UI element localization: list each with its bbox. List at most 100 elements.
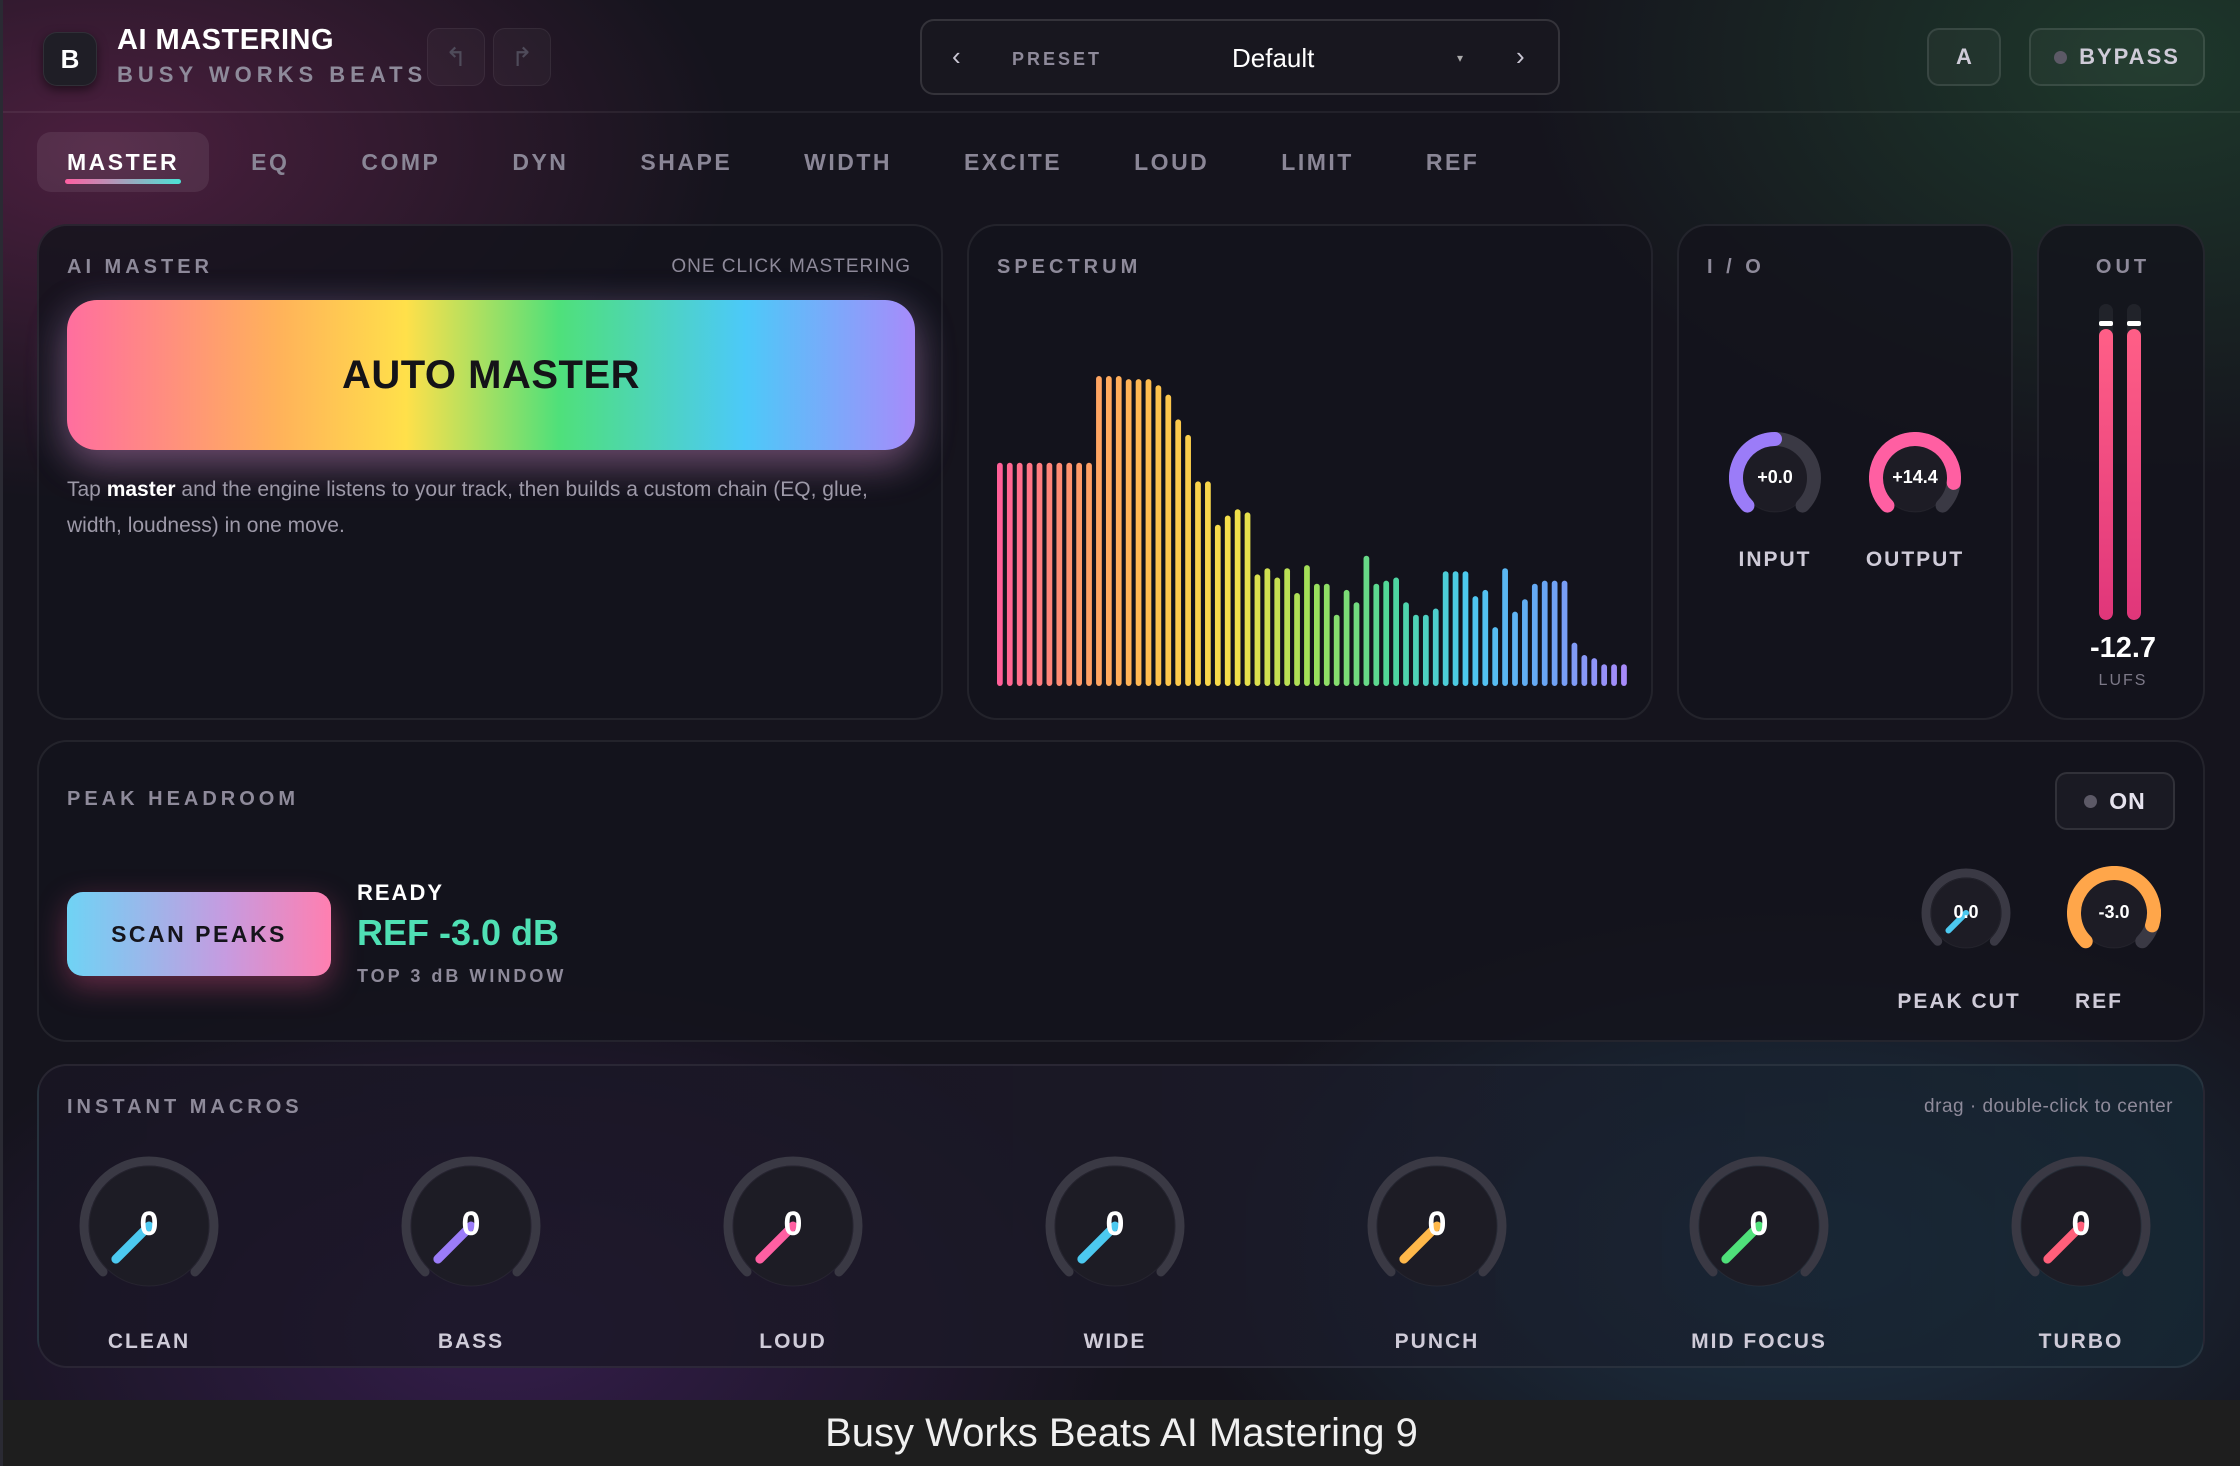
macros-hint: drag · double-click to center <box>1924 1096 2173 1117</box>
peak-cut-knob[interactable]: 0.0 <box>1919 866 2013 960</box>
spectrum-bar <box>1551 580 1558 686</box>
spectrum-bar <box>1165 394 1172 686</box>
io-title: I / O <box>1707 256 1765 278</box>
spectrum-bar <box>1145 379 1152 686</box>
scan-peaks-button[interactable]: SCAN PEAKS <box>67 892 331 976</box>
spectrum-bar <box>1323 583 1330 686</box>
ref-knob[interactable]: -3.0 <box>2067 866 2161 960</box>
macros-title: INSTANT MACROS <box>67 1096 303 1118</box>
preset-selector[interactable]: ‹ PRESET Default ▾ › <box>920 19 1560 95</box>
out-title: OUT <box>2095 256 2151 278</box>
undo-button[interactable]: ↰ <box>427 28 485 86</box>
scan-status: READY <box>357 880 445 905</box>
spectrum-bar <box>1314 583 1320 686</box>
tab-ref[interactable]: REF <box>1396 132 1510 192</box>
knob-value: 0 <box>139 1204 159 1243</box>
spectrum-bar <box>1086 462 1092 686</box>
spectrum-bar <box>1413 614 1419 686</box>
spectrum-bar <box>1571 642 1578 686</box>
spectrum-bar <box>1621 664 1627 686</box>
spectrum-bar <box>1214 524 1221 686</box>
spectrum-bar <box>1541 580 1548 686</box>
knob-value: 0 <box>1105 1204 1125 1243</box>
spectrum-bar <box>1492 627 1499 686</box>
window-caption: Busy Works Beats AI Mastering 9 <box>0 1400 2240 1466</box>
peak-headroom-toggle[interactable]: ON <box>2055 772 2175 830</box>
macro-knob[interactable]: 0 <box>2009 1154 2153 1298</box>
io-panel: I / O +0.0 INPUT +14.4 OUTPUT <box>1677 224 2013 720</box>
macro-knob[interactable]: 0 <box>77 1154 221 1298</box>
tab-dyn[interactable]: DYN <box>482 132 598 192</box>
spectrum-bar <box>1601 664 1608 686</box>
spectrum-bar <box>1304 565 1310 686</box>
spectrum-bar <box>1294 593 1300 686</box>
output-knob[interactable]: +14.4 <box>1869 432 1961 524</box>
spectrum-bar <box>1561 580 1568 686</box>
spectrum-bar <box>1185 434 1191 686</box>
tab-eq[interactable]: EQ <box>221 132 319 192</box>
spectrum-bar <box>1363 555 1370 686</box>
output-meter-panel: OUT -12.7 LUFS <box>2037 224 2205 720</box>
tab-loud[interactable]: LOUD <box>1104 132 1239 192</box>
tab-master[interactable]: MASTER <box>37 132 210 192</box>
chevron-down-icon[interactable]: ▾ <box>1457 51 1463 65</box>
macro-knob[interactable]: 0 <box>721 1154 865 1298</box>
macro-knob[interactable]: 0 <box>399 1154 543 1298</box>
peak-cut-label: PEAK CUT <box>1897 990 2021 1013</box>
redo-button[interactable]: ↱ <box>493 28 551 86</box>
peak-headroom-panel: PEAK HEADROOM ON SCAN PEAKS READY REF -3… <box>37 740 2205 1042</box>
spectrum-title: SPECTRUM <box>997 256 1142 278</box>
header-bar: B AI MASTERING BUSY WORKS BEATS ↰ ↱ ‹ PR… <box>3 0 2240 113</box>
ref-readout: REF -3.0 dB <box>357 912 560 953</box>
ai-master-panel: AI MASTER ONE CLICK MASTERING AUTO MASTE… <box>37 224 943 720</box>
spectrum-bar <box>1472 596 1479 686</box>
logo: B <box>43 32 97 86</box>
macro-clean: 0 CLEAN <box>59 1154 239 1354</box>
auto-master-button[interactable]: AUTO MASTER <box>67 300 915 450</box>
bypass-label: BYPASS <box>2079 44 2180 69</box>
spectrum-bar <box>1403 602 1409 686</box>
plugin-window: B AI MASTERING BUSY WORKS BEATS ↰ ↱ ‹ PR… <box>0 0 2240 1400</box>
instant-macros-panel: INSTANT MACROS drag · double-click to ce… <box>37 1064 2205 1368</box>
bypass-button[interactable]: BYPASS <box>2029 28 2205 86</box>
ab-compare-button[interactable]: A <box>1927 28 2001 86</box>
input-knob[interactable]: +0.0 <box>1729 432 1821 524</box>
spectrum-bar <box>1016 462 1023 686</box>
tab-comp[interactable]: COMP <box>331 132 470 192</box>
macro-label: WIDE <box>1083 1330 1147 1353</box>
knob-value: 0.0 <box>1953 901 1979 922</box>
spectrum-bar <box>1274 577 1281 686</box>
window-note: TOP 3 dB WINDOW <box>357 966 567 986</box>
knob-value: +14.4 <box>1892 466 1938 487</box>
output-meter-left <box>2099 304 2113 620</box>
spectrum-bar <box>1482 589 1489 686</box>
spectrum-bar <box>1076 462 1082 686</box>
macro-knob[interactable]: 0 <box>1043 1154 1187 1298</box>
spectrum-bar <box>1343 589 1350 686</box>
preset-label: PRESET <box>1012 49 1103 69</box>
tab-excite[interactable]: EXCITE <box>934 132 1092 192</box>
spectrum-bar <box>1096 376 1102 686</box>
macro-turbo: 0 TURBO <box>1991 1154 2171 1354</box>
spectrum-bar <box>1244 512 1251 686</box>
macro-mid-focus: 0 MID FOCUS <box>1669 1154 1849 1354</box>
spectrum-bar <box>1036 462 1043 686</box>
macro-knob[interactable]: 0 <box>1365 1154 1509 1298</box>
preset-next-button[interactable]: › <box>1516 41 1525 72</box>
redo-icon: ↱ <box>511 41 533 72</box>
spectrum-bar <box>1234 509 1241 686</box>
undo-icon: ↰ <box>445 41 467 72</box>
toggle-indicator-icon <box>2084 794 2098 808</box>
spectrum-bar <box>1125 379 1132 686</box>
spectrum-bar <box>1046 462 1053 686</box>
preset-value[interactable]: Default <box>1232 43 1314 74</box>
preset-prev-button[interactable]: ‹ <box>952 41 961 72</box>
macro-knob[interactable]: 0 <box>1687 1154 1831 1298</box>
tab-shape[interactable]: SHAPE <box>610 132 762 192</box>
ai-master-description: Tap master and the engine listens to you… <box>67 478 868 537</box>
spectrum-bar <box>1611 664 1617 686</box>
app-title: AI MASTERING <box>117 24 335 56</box>
tab-limit[interactable]: LIMIT <box>1251 132 1384 192</box>
knob-value: 0 <box>2071 1204 2091 1243</box>
tab-width[interactable]: WIDTH <box>774 132 922 192</box>
